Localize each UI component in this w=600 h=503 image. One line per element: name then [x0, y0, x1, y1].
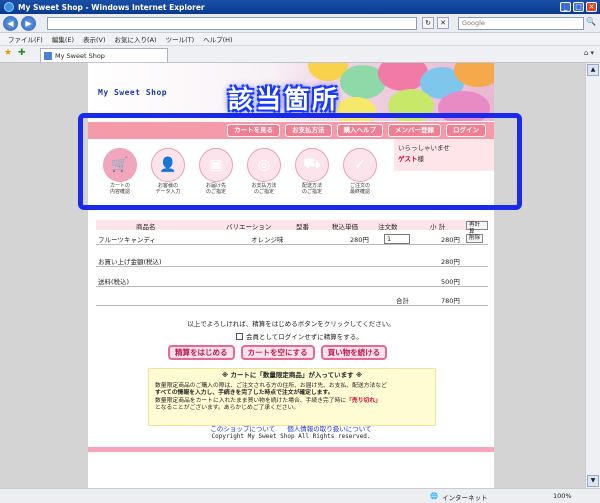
menu-bar: ファイル(F) 編集(E) 表示(V) お気に入り(A) ツール(T) ヘルプ(…: [0, 33, 600, 46]
guest-checkbox[interactable]: [236, 332, 243, 340]
empty-cart-button[interactable]: カートを空にする: [240, 345, 315, 360]
col-subtotal: 小 計: [430, 223, 446, 231]
summary-row: 送料(税込) 500円: [96, 273, 488, 287]
highlight-frame: [78, 113, 522, 210]
menu-tools[interactable]: ツール(T): [166, 34, 195, 44]
item-variation: オレンジ味: [251, 236, 284, 244]
quantity-input[interactable]: 1: [384, 234, 410, 244]
favorites-star-icon[interactable]: ★: [4, 48, 12, 58]
window-title: My Sweet Shop - Windows Internet Explore…: [18, 2, 205, 12]
summary-row: お買い上げ金額(税込) 280円: [96, 253, 488, 267]
sold-out-label: 「売り切れ」: [346, 397, 381, 404]
globe-icon: 🌐: [430, 492, 439, 500]
col-variation: バリエーション: [226, 223, 272, 231]
about-shop-link[interactable]: このショップについて: [210, 425, 275, 433]
notice-line: 数量限定商品のご購入の際は、ご注文される方の住所、お届け先、お支払、配送方法など: [155, 382, 387, 389]
summary-label: 送料(税込): [98, 278, 130, 286]
copyright: Copyright My Sweet Shop All Rights reser…: [211, 433, 371, 440]
checkout-message: 以上でよろしければ、精算をはじめるボタンをクリックしてください。: [187, 320, 395, 328]
scroll-down-button[interactable]: ▼: [587, 475, 599, 487]
guest-checkout-option[interactable]: 会員としてログインせずに精算をする。: [236, 331, 363, 341]
callout-label: 該当箇所: [228, 85, 341, 114]
tab-my-sweet-shop[interactable]: My Sweet Shop: [40, 48, 168, 62]
ie-logo-icon: [4, 2, 14, 12]
col-price: 税込単価: [332, 223, 358, 231]
home-icon[interactable]: ⌂ ▾: [584, 49, 594, 57]
summary-value: 780円: [441, 297, 460, 305]
notice-line: すべての情報を入力し、手続きを完了した時点で注文が確定します。: [155, 390, 334, 396]
footer-links: このショップについて 個人情報の取り扱いについて: [88, 423, 494, 433]
summary-label: 合計: [396, 297, 409, 305]
cart-header: 商品名 バリエーション 型番 税込単価 注文数 小 計 再計算: [96, 220, 488, 235]
footer-bar: [88, 447, 494, 452]
item-name[interactable]: フルーツキャンディ: [98, 234, 156, 244]
close-button[interactable]: ✕: [586, 2, 597, 12]
table-row: フルーツキャンディ オレンジ味 280円 1 280円 削除: [96, 231, 488, 245]
col-product: 商品名: [136, 223, 156, 231]
search-input[interactable]: Google: [458, 17, 584, 30]
recalculate-button[interactable]: 再計算: [466, 221, 488, 235]
menu-edit[interactable]: 編集(E): [52, 34, 74, 44]
refresh-button[interactable]: ↻: [422, 17, 434, 29]
privacy-link[interactable]: 個人情報の取り扱いについて: [287, 425, 371, 433]
col-model: 型番: [296, 223, 309, 231]
summary-value: 500円: [441, 278, 460, 286]
limited-item-notice: ※ カートに「数量限定商品」が入っています ※ 数量限定商品のご購入の際は、ご注…: [148, 368, 436, 426]
forward-button[interactable]: ▶: [21, 15, 36, 31]
notice-line: 数量限定商品をカートに入れたまま買い物を続けた場合、手続き完了時に「売り切れ」: [155, 398, 429, 406]
vertical-scrollbar[interactable]: ▲ ▼: [585, 63, 600, 488]
delete-button[interactable]: 削除: [466, 234, 484, 243]
notice-title: ※ カートに「数量限定商品」が入っています ※: [221, 371, 363, 379]
summary-value: 280円: [441, 258, 460, 266]
item-subtotal: 280円: [441, 236, 460, 244]
zoom-level[interactable]: 100%: [553, 492, 572, 500]
title-bar: My Sweet Shop - Windows Internet Explore…: [0, 0, 600, 14]
address-bar: ◀ ▶ ↻ ✕ Google 🔍: [0, 14, 600, 33]
start-checkout-button[interactable]: 精算をはじめる: [168, 345, 235, 360]
page-icon: [44, 52, 52, 60]
cart-actions: 精算をはじめる カートを空にする 買い物を続ける: [168, 345, 388, 360]
notice-text: 数量限定商品をカートに入れたまま買い物を続けた場合、手続き完了時に: [155, 397, 347, 404]
continue-shopping-button[interactable]: 買い物を続ける: [320, 345, 388, 360]
add-favorites-icon[interactable]: ✚: [18, 48, 26, 58]
zone-label: インターネット: [442, 494, 488, 502]
tab-bar: ★ ✚ My Sweet Shop ⌂ ▾: [0, 46, 600, 63]
status-bar: 🌐 インターネット 100%: [0, 488, 600, 503]
back-button[interactable]: ◀: [3, 15, 18, 31]
url-input[interactable]: [47, 17, 417, 30]
stop-button[interactable]: ✕: [437, 17, 449, 29]
scroll-up-button[interactable]: ▲: [587, 64, 599, 76]
tab-title: My Sweet Shop: [55, 52, 105, 60]
menu-view[interactable]: 表示(V): [83, 34, 106, 44]
summary-label: お買い上げ金額(税込): [98, 258, 162, 266]
shop-title[interactable]: My Sweet Shop: [98, 88, 167, 97]
summary-row: 合計 780円: [96, 292, 488, 306]
item-price: 280円: [350, 236, 369, 244]
minimize-button[interactable]: _: [560, 2, 571, 12]
menu-favorites[interactable]: お気に入り(A): [115, 34, 157, 44]
menu-help[interactable]: ヘルプ(H): [203, 34, 232, 44]
maximize-button[interactable]: □: [573, 2, 584, 12]
menu-file[interactable]: ファイル(F): [8, 34, 43, 44]
notice-line: となることがございます。あらかじめご了承ください。: [155, 405, 300, 411]
guest-checkbox-label: 会員としてログインせずに精算をする。: [246, 333, 363, 341]
search-icon[interactable]: 🔍: [586, 17, 597, 30]
col-qty: 注文数: [378, 223, 398, 231]
